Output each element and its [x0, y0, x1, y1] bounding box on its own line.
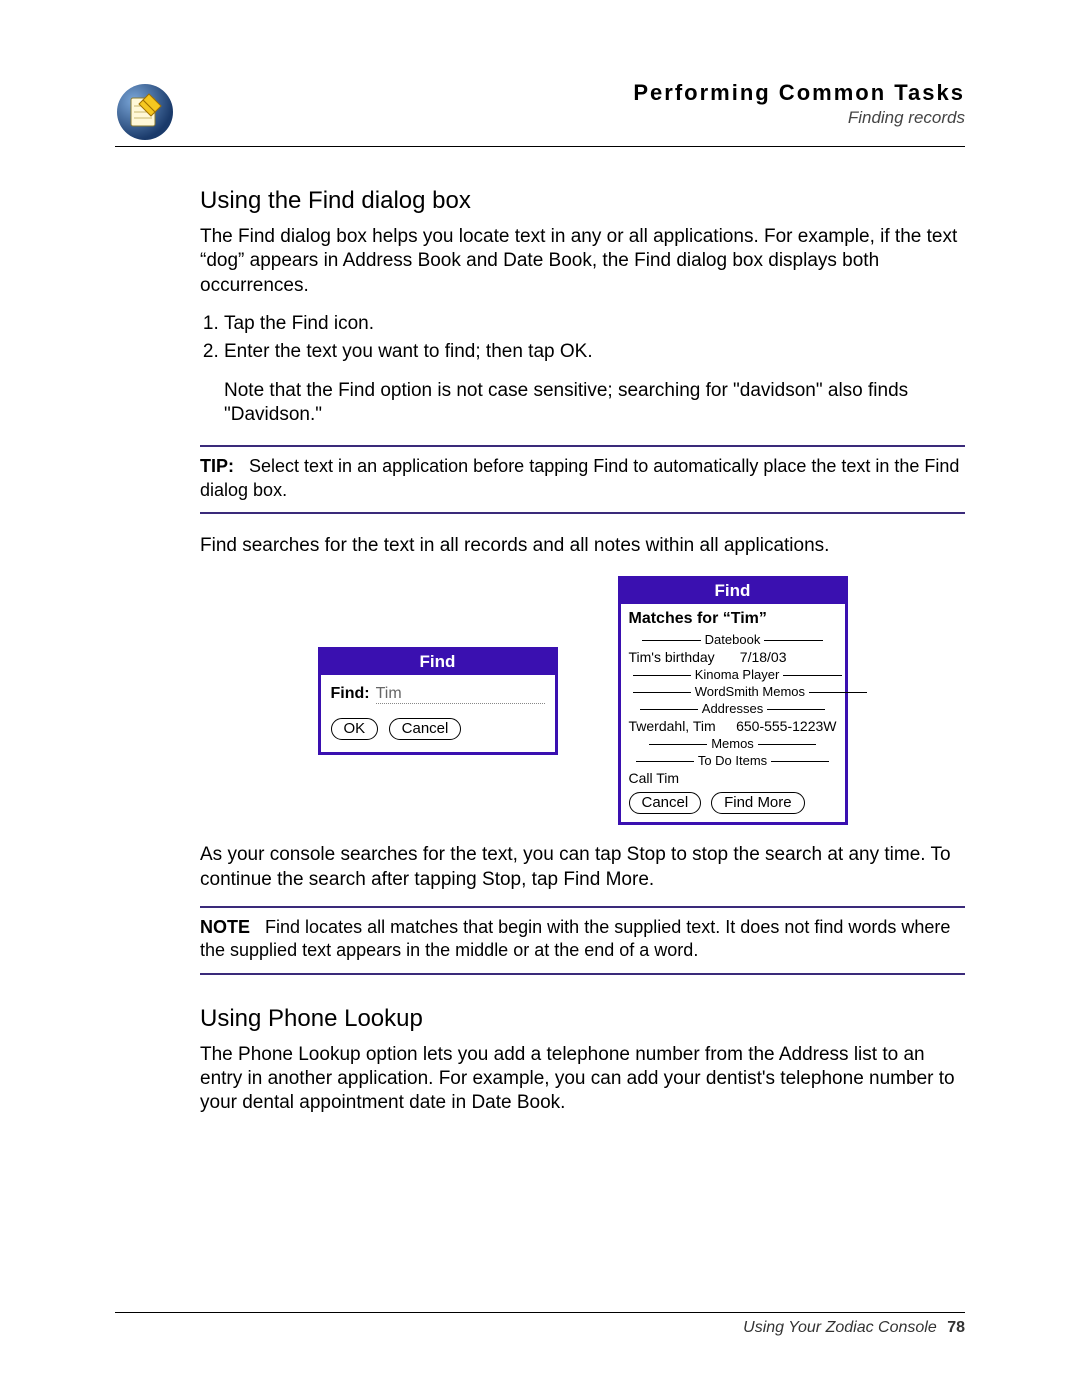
page-content: Using the Find dialog box The Find dialo… — [200, 187, 965, 1116]
result-title: Tim's birthday — [629, 649, 715, 665]
section-heading-phone-lookup: Using Phone Lookup — [200, 1005, 965, 1033]
section1-intro: The Find dialog box helps you locate tex… — [200, 225, 965, 298]
page-number: 78 — [947, 1319, 965, 1336]
after-tip-paragraph: Find searches for the text in all record… — [200, 534, 965, 558]
dialog-screenshots: Find Find: Tim OK Cancel Find Matches fo… — [200, 576, 965, 825]
step-1: Tap the Find icon. — [224, 312, 965, 336]
result-name: Twerdahl, Tim — [629, 718, 716, 734]
page-footer: Using Your Zodiac Console 78 — [115, 1312, 965, 1337]
category-addresses: Addresses — [629, 701, 837, 716]
note-body: Find locates all matches that begin with… — [200, 917, 950, 960]
result-phone: 650-555-1223W — [736, 718, 836, 734]
find-field-input[interactable]: Tim — [376, 685, 545, 704]
step-2: Enter the text you want to find; then ta… — [224, 340, 965, 364]
tip-label: TIP: — [200, 456, 234, 476]
result-row-datebook[interactable]: Tim's birthday 7/18/03 — [629, 649, 837, 665]
section2-body: The Phone Lookup option lets you add a t… — [200, 1043, 965, 1116]
result-row-address[interactable]: Twerdahl, Tim 650-555-1223W — [629, 718, 837, 734]
result-date: 7/18/03 — [740, 649, 837, 665]
category-todo: To Do Items — [629, 753, 837, 768]
result-todo-text: Call Tim — [629, 770, 680, 786]
find-dialog: Find Find: Tim OK Cancel — [318, 647, 558, 755]
find-steps: Tap the Find icon. Enter the text you wa… — [224, 312, 965, 365]
cancel-button[interactable]: Cancel — [389, 718, 462, 740]
notes-app-icon — [115, 82, 175, 142]
results-dialog-title: Find — [621, 579, 845, 604]
result-row-todo[interactable]: Call Tim — [629, 770, 837, 786]
find-more-button[interactable]: Find More — [711, 792, 805, 814]
tip-body: Select text in an application before tap… — [200, 456, 959, 499]
find-field-label: Find: — [331, 685, 370, 703]
after-dialogs-paragraph: As your console searches for the text, y… — [200, 843, 965, 892]
results-cancel-button[interactable]: Cancel — [629, 792, 702, 814]
ok-button[interactable]: OK — [331, 718, 379, 740]
category-memos: Memos — [629, 736, 837, 751]
category-wordsmith: WordSmith Memos — [629, 684, 837, 699]
tip-callout: TIP: Select text in an application befor… — [200, 445, 965, 514]
note-label: NOTE — [200, 917, 250, 937]
note-callout: NOTE Find locates all matches that begin… — [200, 906, 965, 975]
matches-header: Matches for “Tim” — [629, 610, 837, 628]
chapter-title: Performing Common Tasks — [195, 80, 965, 106]
footer-text: Using Your Zodiac Console — [743, 1319, 937, 1336]
find-dialog-title: Find — [321, 650, 555, 675]
category-kinoma: Kinoma Player — [629, 667, 837, 682]
case-sensitivity-note: Note that the Find option is not case se… — [224, 379, 965, 428]
category-datebook: Datebook — [629, 632, 837, 647]
find-results-dialog: Find Matches for “Tim” Datebook Tim's bi… — [618, 576, 848, 825]
header-subsection: Finding records — [195, 108, 965, 128]
section-heading-find: Using the Find dialog box — [200, 187, 965, 215]
page-header: Performing Common Tasks Finding records — [115, 80, 965, 147]
